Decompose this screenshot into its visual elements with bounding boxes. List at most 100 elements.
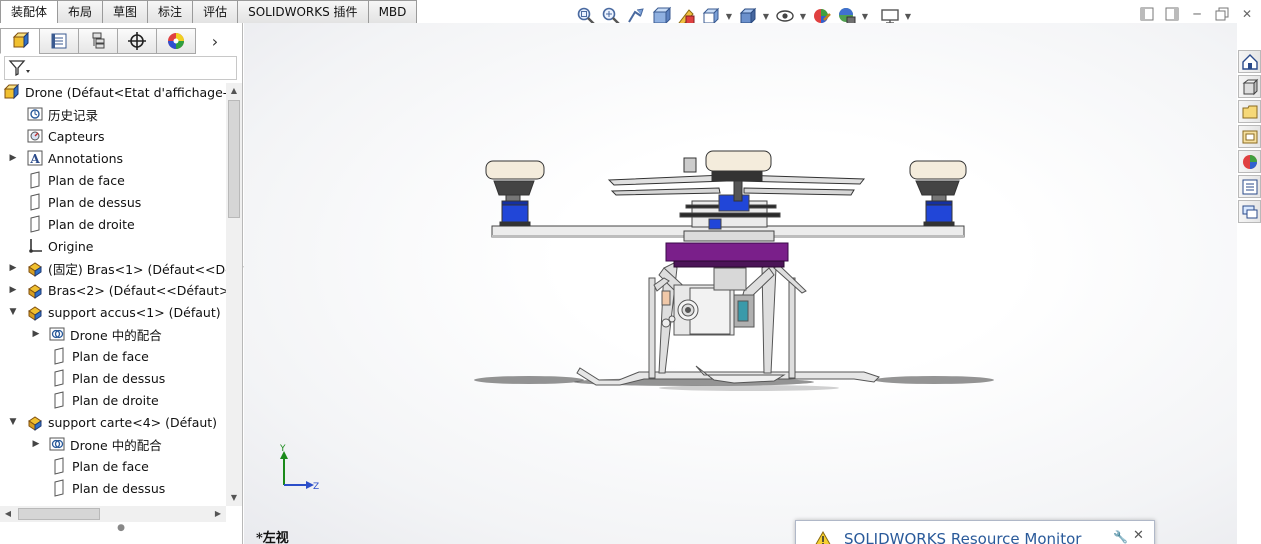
tree-item-sensors[interactable]: Capteurs bbox=[13, 125, 105, 147]
scroll-up-icon[interactable]: ▲ bbox=[226, 83, 242, 99]
tree-vertical-scrollbar[interactable]: ▲ ▼ bbox=[226, 83, 242, 506]
tree-item-sa-top-plane[interactable]: Plan de dessus bbox=[37, 367, 165, 389]
tree-item-bras-1[interactable]: ▶ (固定) Bras<1> (Défaut<<Défa bbox=[1, 257, 226, 279]
scroll-right-icon[interactable]: ▶ bbox=[210, 506, 226, 522]
tree-item-label: Plan de droite bbox=[48, 216, 135, 232]
tree-item-right-plane[interactable]: Plan de droite bbox=[13, 213, 135, 235]
view-palette-icon[interactable] bbox=[1238, 125, 1261, 148]
tree-item-label: 历史记录 bbox=[48, 107, 99, 123]
collapse-arrow-icon[interactable]: ▼ bbox=[1, 417, 25, 427]
solidworks-window: 装配体 布局 草图 标注 评估 SOLIDWORKS 插件 MBD ▼ ▼ ▼ … bbox=[0, 0, 1261, 544]
tree-item-front-plane[interactable]: Plan de face bbox=[13, 169, 125, 191]
expand-arrow-icon[interactable]: ▶ bbox=[1, 285, 25, 295]
tree-item-mates-1[interactable]: ▶ Drone 中的配合 bbox=[25, 323, 162, 345]
triad-y-label: Y bbox=[279, 444, 286, 454]
warning-icon bbox=[814, 530, 832, 544]
tab-layout[interactable]: 布局 bbox=[57, 0, 104, 23]
tree-item-mates-2[interactable]: ▶ Drone 中的配合 bbox=[25, 433, 162, 455]
tree-item-sa-right-plane[interactable]: Plan de droite bbox=[37, 389, 159, 411]
tab-evaluate[interactable]: 评估 bbox=[192, 0, 239, 23]
plane-icon bbox=[49, 391, 69, 409]
tree-item-support-carte[interactable]: ▼ support carte<4> (Défaut) bbox=[1, 411, 217, 433]
view-settings-caret-icon[interactable]: ▼ bbox=[904, 12, 912, 21]
tree-item-label: support carte<4> (Défaut) bbox=[48, 414, 218, 430]
hide-show-caret-icon[interactable]: ▼ bbox=[799, 12, 807, 21]
tree-item-sc-front-plane[interactable]: Plan de face bbox=[37, 455, 149, 477]
tree-item-root-assembly[interactable]: Drone (Défaut<Etat d'affichage-1 bbox=[2, 81, 226, 103]
propertymanager-icon[interactable] bbox=[39, 28, 79, 54]
tab-mbd[interactable]: MBD bbox=[367, 0, 418, 23]
design-library-icon[interactable] bbox=[1238, 75, 1261, 98]
assembly-icon bbox=[2, 83, 22, 101]
restore-icon[interactable] bbox=[1214, 6, 1230, 22]
close-icon[interactable]: ✕ bbox=[1133, 528, 1144, 543]
tab-assembly[interactable]: 装配体 bbox=[0, 0, 59, 24]
tree-item-origin[interactable]: Origine bbox=[13, 235, 93, 257]
configurationmanager-icon[interactable] bbox=[78, 28, 118, 54]
part-icon bbox=[25, 413, 45, 431]
appearances-scenes-icon[interactable] bbox=[1238, 150, 1261, 173]
tree-item-label: Drone 中的配合 bbox=[70, 437, 162, 453]
wrench-icon[interactable]: 🔧 bbox=[1113, 530, 1128, 544]
plane-icon bbox=[25, 193, 45, 211]
tab-solidworks-addins[interactable]: SOLIDWORKS 插件 bbox=[237, 0, 369, 23]
expand-arrow-icon[interactable]: ▶ bbox=[25, 439, 47, 449]
apply-scene-caret-icon[interactable]: ▼ bbox=[861, 12, 869, 21]
solidworks-resources-icon[interactable] bbox=[1238, 50, 1261, 73]
tree-item-bras-2[interactable]: ▶ Bras<2> (Défaut<<Défaut>_E bbox=[1, 279, 226, 301]
collapse-arrow-icon[interactable]: ▼ bbox=[1, 307, 25, 317]
history-icon bbox=[25, 105, 45, 123]
feature-filter[interactable] bbox=[4, 56, 237, 80]
resource-monitor-notification[interactable]: SOLIDWORKS Resource Monitor 🔧 ✕ bbox=[795, 520, 1155, 544]
scroll-left-icon[interactable]: ◀ bbox=[0, 506, 16, 522]
panel-splitter-grip[interactable]: ● bbox=[0, 523, 242, 544]
sensors-icon bbox=[25, 127, 45, 145]
featuremanager-icon[interactable] bbox=[0, 28, 40, 54]
graphics-area[interactable]: Y Z bbox=[244, 23, 1237, 544]
tree-item-label: Origine bbox=[48, 238, 94, 254]
plane-icon bbox=[25, 171, 45, 189]
tile-right-icon[interactable] bbox=[1164, 6, 1180, 22]
file-explorer-icon[interactable] bbox=[1238, 100, 1261, 123]
tree-item-label: (固定) Bras<1> (Défaut<<Défa bbox=[48, 261, 226, 277]
tree-item-sc-top-plane[interactable]: Plan de dessus bbox=[37, 477, 165, 499]
displaymanager-icon[interactable] bbox=[156, 28, 196, 54]
part-icon bbox=[25, 281, 45, 299]
view-orientation-caret-icon[interactable]: ▼ bbox=[725, 12, 733, 21]
tree-item-support-accus[interactable]: ▼ support accus<1> (Défaut) bbox=[1, 301, 221, 323]
plane-icon bbox=[49, 457, 69, 475]
tree-item-label: Drone (Défaut<Etat d'affichage-1 bbox=[25, 84, 226, 100]
filter-icon[interactable] bbox=[8, 59, 32, 77]
manager-tabs: › bbox=[0, 28, 243, 54]
tab-markup[interactable]: 标注 bbox=[147, 0, 194, 23]
solidworks-forum-icon[interactable] bbox=[1238, 200, 1261, 223]
tree-item-history[interactable]: 历史记录 bbox=[13, 103, 98, 125]
tree-item-label: support accus<1> (Défaut) bbox=[48, 304, 221, 320]
chevron-right-icon[interactable]: › bbox=[195, 28, 235, 54]
tree-item-label: Drone 中的配合 bbox=[70, 327, 162, 343]
custom-properties-icon[interactable] bbox=[1238, 175, 1261, 198]
tree-item-label: Plan de face bbox=[48, 172, 125, 188]
display-style-caret-icon[interactable]: ▼ bbox=[762, 12, 770, 21]
tree-horizontal-scrollbar[interactable]: ◀ ▶ bbox=[0, 506, 226, 522]
expand-arrow-icon[interactable]: ▶ bbox=[1, 153, 25, 163]
tree-item-sa-front-plane[interactable]: Plan de face bbox=[37, 345, 149, 367]
close-icon[interactable]: ✕ bbox=[1239, 6, 1255, 22]
expand-arrow-icon[interactable]: ▶ bbox=[1, 263, 25, 273]
plane-icon bbox=[49, 369, 69, 387]
part-icon bbox=[25, 303, 45, 321]
minimize-icon[interactable]: ─ bbox=[1189, 6, 1205, 22]
part-icon bbox=[25, 259, 45, 277]
document-window-controls: ─ ✕ bbox=[1139, 6, 1255, 22]
tree-item-annotations[interactable]: ▶ A Annotations bbox=[1, 147, 123, 169]
tile-left-icon[interactable] bbox=[1139, 6, 1155, 22]
tab-sketch[interactable]: 草图 bbox=[102, 0, 149, 23]
tree-item-top-plane[interactable]: Plan de dessus bbox=[13, 191, 141, 213]
expand-arrow-icon[interactable]: ▶ bbox=[25, 329, 47, 339]
annotations-icon: A bbox=[25, 149, 45, 167]
dimxpert-icon[interactable] bbox=[117, 28, 157, 54]
scroll-thumb[interactable] bbox=[228, 100, 240, 218]
scroll-down-icon[interactable]: ▼ bbox=[226, 490, 242, 506]
plane-icon bbox=[49, 479, 69, 497]
scroll-thumb[interactable] bbox=[18, 508, 100, 520]
